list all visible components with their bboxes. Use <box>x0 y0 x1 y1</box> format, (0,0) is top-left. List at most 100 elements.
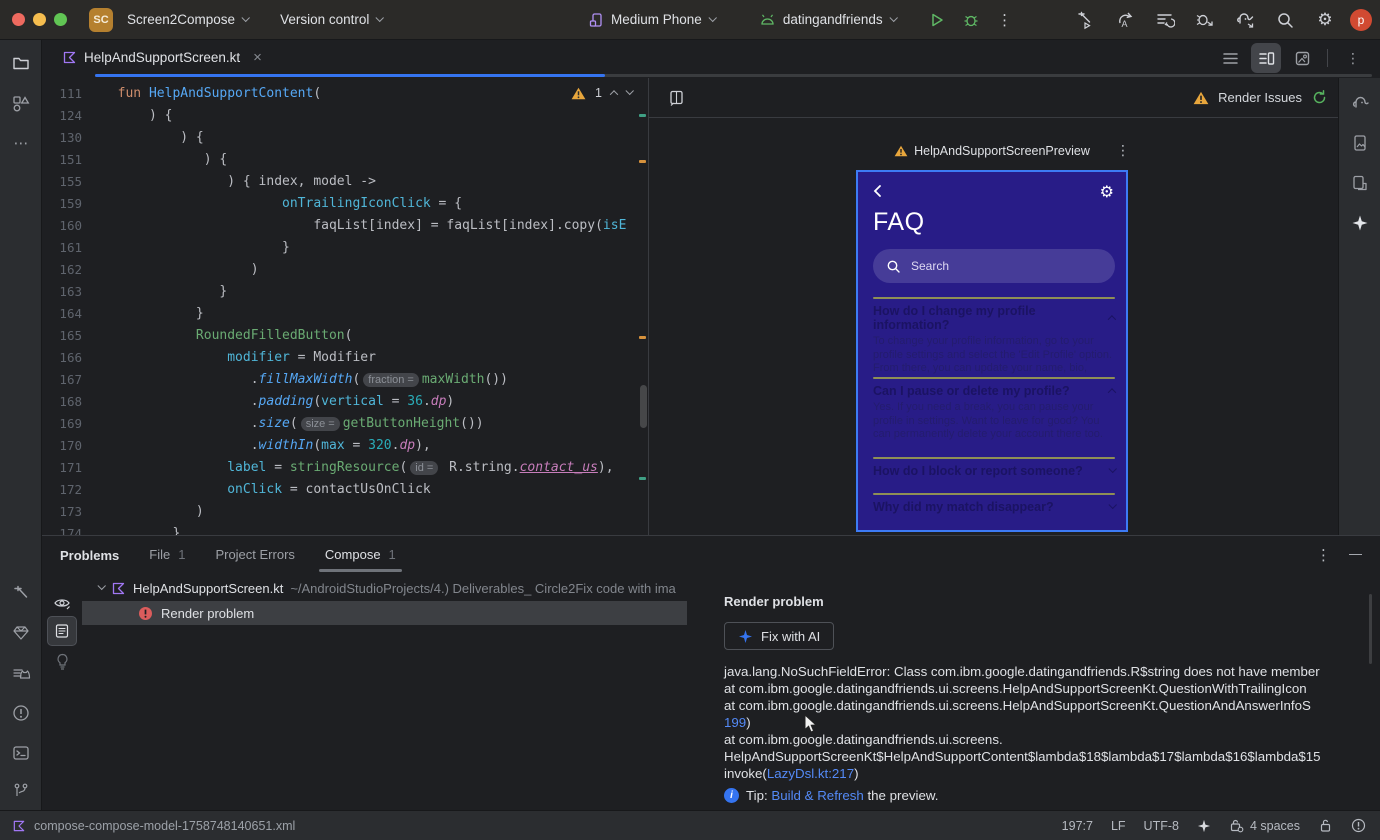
design-view-button[interactable] <box>1287 43 1317 73</box>
user-avatar[interactable]: p <box>1350 8 1372 31</box>
back-chevron-icon[interactable] <box>872 184 882 198</box>
line-number[interactable]: 173 <box>42 501 102 523</box>
refresh-icon[interactable] <box>1311 89 1328 106</box>
code-line[interactable]: 165 RoundedFilledButton( <box>42 325 648 347</box>
expand-chevron-icon[interactable] <box>97 581 106 591</box>
settings-button[interactable]: ⚙ <box>1310 5 1340 35</box>
terminal-tool-button[interactable] <box>6 738 36 768</box>
version-control-tool-button[interactable] <box>6 776 36 806</box>
line-number[interactable]: 169 <box>42 413 102 435</box>
tab-file[interactable]: File 1 <box>149 536 185 574</box>
detail-scrollbar[interactable] <box>1369 594 1372 664</box>
code-line[interactable]: 169 .size(size = getButtonHeight()) <box>42 413 648 435</box>
code-line[interactable]: 170 .widthIn(max = 320.dp), <box>42 435 648 457</box>
preview-filter-button[interactable] <box>47 588 77 618</box>
code-line[interactable]: 166 modifier = Modifier <box>42 347 648 369</box>
more-actions-button[interactable]: ⋮ <box>990 5 1020 35</box>
code-line[interactable]: 162 ) <box>42 259 648 281</box>
line-number[interactable]: 124 <box>42 105 102 127</box>
logcat-tool-button[interactable] <box>6 658 36 688</box>
line-number[interactable]: 155 <box>42 171 102 193</box>
gradle-sync-button[interactable] <box>1230 5 1260 35</box>
line-number[interactable]: 163 <box>42 281 102 303</box>
resource-manager-tool-button[interactable] <box>6 88 36 118</box>
apply-changes-button[interactable]: A <box>1110 5 1140 35</box>
tab-compose[interactable]: Compose 1 <box>318 536 402 574</box>
build-run-button[interactable] <box>1070 5 1100 35</box>
code-line[interactable]: 172 onClick = contactUsOnClick <box>42 479 648 501</box>
indent-setting[interactable]: 4 spaces <box>1229 818 1300 833</box>
gradle-tool-button[interactable] <box>1345 88 1375 118</box>
inspection-widget[interactable]: 1 <box>571 86 634 100</box>
unlocked-padlock-icon[interactable] <box>1318 818 1333 833</box>
editor-tab[interactable]: HelpAndSupportScreen.kt × <box>52 40 272 75</box>
line-number[interactable]: 171 <box>42 457 102 479</box>
stack-trace-link[interactable]: LazyDsl.kt:217 <box>767 766 854 781</box>
code-line[interactable]: 155 ) { index, model -> <box>42 171 648 193</box>
code-line[interactable]: 174 } <box>42 523 648 535</box>
previous-issue-icon[interactable] <box>609 90 619 99</box>
faq-item[interactable]: How do I block or report someone? <box>873 459 1117 493</box>
preview-layout-button[interactable] <box>661 83 691 113</box>
preview-options-icon[interactable]: ⋮ <box>1116 142 1130 159</box>
line-number[interactable]: 161 <box>42 237 102 259</box>
build-tool-button[interactable] <box>6 578 36 608</box>
faq-settings-gear-icon[interactable]: ⚙ <box>1100 182 1114 202</box>
line-number[interactable]: 172 <box>42 479 102 501</box>
line-number[interactable]: 159 <box>42 193 102 215</box>
quick-fix-bulb-button[interactable] <box>47 646 77 676</box>
chevron-down-icon[interactable] <box>1108 500 1117 510</box>
fix-with-ai-button[interactable]: Fix with AI <box>724 622 835 650</box>
close-window-button[interactable] <box>12 13 25 26</box>
debug-button[interactable] <box>956 5 986 35</box>
line-number[interactable]: 166 <box>42 347 102 369</box>
project-tool-button[interactable] <box>6 48 36 78</box>
code-line[interactable]: 124 ) { <box>42 105 648 127</box>
device-selector[interactable]: Medium Phone <box>580 7 723 33</box>
scrollbar-thumb[interactable] <box>640 385 647 428</box>
project-selector[interactable]: Screen2Compose <box>119 7 256 32</box>
line-number[interactable]: 160 <box>42 215 102 237</box>
problems-tool-button[interactable] <box>6 698 36 728</box>
minimize-window-button[interactable] <box>33 13 46 26</box>
minimize-panel-icon[interactable]: — <box>1349 546 1362 564</box>
chevron-down-icon[interactable] <box>1108 464 1117 474</box>
line-number[interactable]: 151 <box>42 149 102 171</box>
code-editor[interactable]: 111 fun HelpAndSupportContent(124 ) {130… <box>42 78 648 535</box>
code-line[interactable]: 161 } <box>42 237 648 259</box>
attach-debugger-button[interactable] <box>1190 5 1220 35</box>
running-devices-tool-button[interactable] <box>1345 128 1375 158</box>
code-line[interactable]: 160 faqList[index] = faqList[index].copy… <box>42 215 648 237</box>
device-manager-tool-button[interactable] <box>1345 168 1375 198</box>
code-line[interactable]: 173 ) <box>42 501 648 523</box>
code-line[interactable]: 164 } <box>42 303 648 325</box>
run-with-coverage-button[interactable] <box>1150 5 1180 35</box>
line-number[interactable]: 170 <box>42 435 102 457</box>
line-number[interactable]: 167 <box>42 369 102 391</box>
tab-project-errors[interactable]: Project Errors <box>215 536 294 574</box>
zoom-window-button[interactable] <box>54 13 67 26</box>
chevron-up-icon[interactable] <box>1107 388 1117 397</box>
sparkle-icon[interactable] <box>1197 819 1211 833</box>
editor-scrollbar[interactable] <box>638 78 648 535</box>
search-everywhere-button[interactable] <box>1270 5 1300 35</box>
render-problem-row[interactable]: Render problem <box>82 601 687 625</box>
code-line[interactable]: 130 ) { <box>42 127 648 149</box>
line-number[interactable]: 111 <box>42 83 102 105</box>
version-control-menu[interactable]: Version control <box>272 7 390 32</box>
code-line[interactable]: 159 onTrailingIconClick = { <box>42 193 648 215</box>
code-line[interactable]: 111 fun HelpAndSupportContent( <box>42 83 648 105</box>
line-number[interactable]: 168 <box>42 391 102 413</box>
code-line[interactable]: 163 } <box>42 281 648 303</box>
render-issues-label[interactable]: Render Issues <box>1218 90 1302 105</box>
show-details-button[interactable] <box>47 616 77 646</box>
faq-item[interactable]: How do I change my profile information? T… <box>873 299 1117 377</box>
more-tool-windows-button[interactable]: ⋯ <box>6 128 36 158</box>
build-refresh-link[interactable]: Build & Refresh <box>771 788 863 803</box>
cursor-position[interactable]: 197:7 <box>1062 819 1093 833</box>
faq-search-bar[interactable]: Search <box>873 249 1115 283</box>
code-line[interactable]: 151 ) { <box>42 149 648 171</box>
line-number[interactable]: 164 <box>42 303 102 325</box>
faq-item[interactable]: Can I pause or delete my profile? Yes. If… <box>873 379 1117 457</box>
panel-title[interactable]: Problems <box>60 548 119 563</box>
